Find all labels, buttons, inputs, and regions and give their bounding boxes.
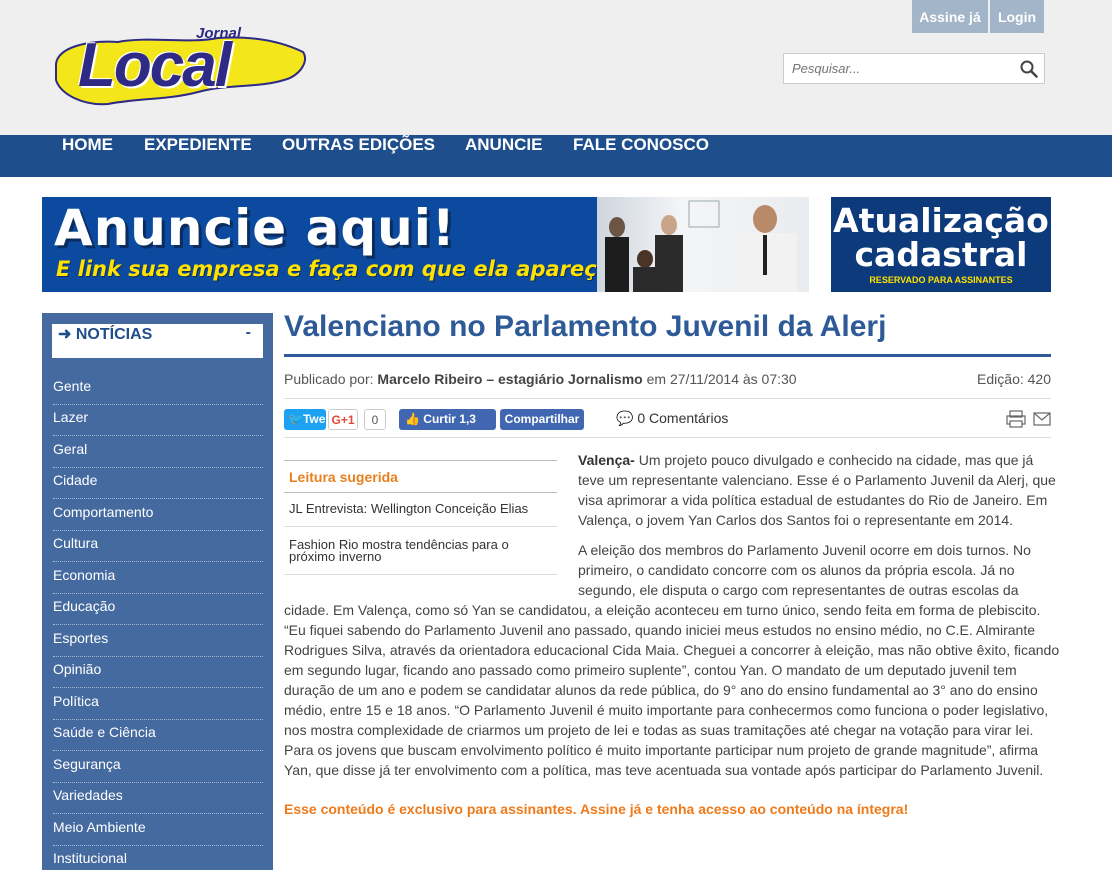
paragraph-1-line-2: teve um representante valenciano. Esse é… bbox=[578, 472, 1056, 488]
paragraph-2-line-3: segundo, ele disputa o cargo com represe… bbox=[578, 582, 1019, 598]
paragraph-1-line-1: Valença- Um projeto pouco divulgado e co… bbox=[578, 452, 1034, 468]
article-meta: Publicado por: Marcelo Ribeiro – estagiá… bbox=[284, 371, 797, 387]
suggested-bottom-rule bbox=[284, 574, 557, 575]
main-nav: HOME EXPEDIENTE OUTRAS EDIÇÕES ANUNCIE F… bbox=[0, 135, 1112, 177]
banner-photo bbox=[597, 197, 809, 292]
suggested-top-rule bbox=[284, 460, 557, 461]
sidebar-item-meio-ambiente[interactable]: Meio Ambiente bbox=[53, 815, 263, 846]
sidebar-item-comportamento[interactable]: Comportamento bbox=[53, 500, 263, 531]
paragraph-2-line-4: cidade. Em Valença, como só Yan se candi… bbox=[284, 602, 1041, 618]
facebook-share-button[interactable]: Compartilhar bbox=[500, 409, 584, 430]
speech-bubble-icon: 💬 bbox=[616, 410, 638, 426]
nav-expediente[interactable]: EXPEDIENTE bbox=[144, 135, 252, 177]
search-icon[interactable] bbox=[1020, 60, 1038, 78]
sidebar-item-institucional[interactable]: Institucional bbox=[53, 846, 263, 877]
paragraph-2-line-12: Yan, que disse já ter envolvimento com a… bbox=[284, 762, 1044, 778]
business-people-image bbox=[605, 200, 797, 292]
print-icon[interactable] bbox=[1006, 410, 1026, 428]
login-button[interactable]: Login bbox=[990, 0, 1044, 33]
paragraph-2-line-7: em segundo lugar, ficando ano passado co… bbox=[284, 662, 1017, 678]
nav-fale-conosco[interactable]: FALE CONOSCO bbox=[573, 135, 709, 177]
paragraph-2-line-10: nos mostra complexidade de criarmos um p… bbox=[284, 722, 1034, 738]
edition-info: Edição: 420 bbox=[977, 371, 1051, 387]
paragraph-1-line-4: Valença, o jovem Yan Carlos dos Santos f… bbox=[578, 512, 1014, 528]
article-title: Valenciano no Parlamento Juvenil da Aler… bbox=[284, 310, 887, 343]
edition-label: Edição: bbox=[977, 371, 1024, 387]
banner-headline: Anuncie aqui! bbox=[54, 199, 456, 257]
update-registration-ad[interactable]: Atualização cadastral RESERVADO PARA ASS… bbox=[831, 197, 1051, 292]
suggested-item-1[interactable]: JL Entrevista: Wellington Conceição Elia… bbox=[289, 502, 528, 515]
sidebar-item-lazer[interactable]: Lazer bbox=[53, 405, 263, 436]
nav-home[interactable]: HOME bbox=[62, 135, 113, 177]
twitter-icon: 🐦 bbox=[288, 412, 303, 426]
collapse-icon[interactable]: - bbox=[246, 324, 251, 342]
title-divider bbox=[284, 354, 1051, 357]
suggested-item-rule bbox=[284, 526, 557, 527]
sidebar-item-cultura[interactable]: Cultura bbox=[53, 531, 263, 562]
subscribe-cta[interactable]: Esse conteúdo é exclusivo para assinante… bbox=[284, 801, 908, 817]
logo-local-text: Local bbox=[78, 31, 232, 100]
sidebar-item-opiniao[interactable]: Opinião bbox=[53, 657, 263, 688]
ad-line-2: cadastral bbox=[854, 235, 1028, 274]
sidebar-item-saude[interactable]: Saúde e Ciência bbox=[53, 720, 263, 751]
facebook-like-button[interactable]: 👍 Curtir 1,3 mil bbox=[399, 409, 496, 447]
paragraph-2-line-5: “Eu fiquei sabendo do Parlamento Juvenil… bbox=[284, 622, 1036, 638]
gplus-button[interactable]: G+1 bbox=[328, 409, 358, 430]
banner-subline: E link sua empresa e faça com que ela ap… bbox=[56, 257, 619, 281]
article-date: em 27/11/2014 às 07:30 bbox=[646, 371, 797, 387]
paragraph-2-line-1: A eleição dos membros do Parlamento Juve… bbox=[578, 542, 1031, 558]
site-header: Jornal Local Assine já Login bbox=[0, 0, 1112, 135]
comments-link[interactable]: 💬 0 Comentários bbox=[616, 410, 728, 427]
site-logo[interactable]: Jornal Local bbox=[48, 22, 310, 106]
ad-line-3: RESERVADO PARA ASSINANTES bbox=[869, 275, 1013, 285]
published-by-label: Publicado por: bbox=[284, 371, 374, 387]
sidebar-item-gente[interactable]: Gente bbox=[53, 374, 263, 405]
search-input[interactable] bbox=[784, 54, 1012, 83]
arrow-right-icon: ➜ bbox=[58, 326, 76, 343]
sidebar-item-variedades[interactable]: Variedades bbox=[53, 783, 263, 814]
paragraph-2-line-11: Para os jovens que buscam envolvimento p… bbox=[284, 742, 1039, 758]
sidebar-item-seguranca[interactable]: Segurança bbox=[53, 752, 263, 783]
paragraph-1-line-3: visa aprimorar a vida política estadual … bbox=[578, 492, 1048, 508]
suggested-heading-rule bbox=[284, 492, 557, 493]
paragraph-2-line-2: primeiro, o candidato concorre com os al… bbox=[578, 562, 1015, 578]
sidebar-item-educacao[interactable]: Educação bbox=[53, 594, 263, 625]
sidebar: ➜ NOTÍCIAS - Gente Lazer Geral Cidade Co… bbox=[42, 313, 273, 870]
advertise-banner[interactable]: Anuncie aqui! E link sua empresa e faça … bbox=[42, 197, 809, 292]
search-box bbox=[783, 53, 1045, 84]
email-icon[interactable] bbox=[1033, 412, 1051, 426]
sidebar-item-politica[interactable]: Política bbox=[53, 689, 263, 720]
sidebar-heading[interactable]: ➜ NOTÍCIAS - bbox=[52, 324, 263, 358]
tweet-button[interactable]: 🐦Twe bbox=[284, 409, 326, 430]
gplus-count: 0 bbox=[364, 409, 386, 430]
suggested-item-2[interactable]: Fashion Rio mostra tendências para o pró… bbox=[289, 538, 509, 563]
sidebar-heading-label: ➜ NOTÍCIAS bbox=[58, 326, 153, 343]
edition-number: 420 bbox=[1027, 371, 1051, 387]
subscribe-button[interactable]: Assine já bbox=[912, 0, 988, 33]
sidebar-item-economia[interactable]: Economia bbox=[53, 563, 263, 594]
paragraph-2-line-9: médio, entre 15 e 18 anos. “O Parlamento… bbox=[284, 702, 1049, 718]
sidebar-item-cidade[interactable]: Cidade bbox=[53, 468, 263, 499]
article-author: Marcelo Ribeiro – estagiário Jornalismo bbox=[377, 371, 643, 387]
suggested-heading: Leitura sugerida bbox=[289, 469, 398, 485]
share-divider bbox=[284, 437, 1051, 438]
meta-divider bbox=[284, 398, 1051, 399]
sidebar-item-esportes[interactable]: Esportes bbox=[53, 626, 263, 657]
nav-anuncie[interactable]: ANUNCIE bbox=[465, 135, 542, 177]
thumbs-up-icon: 👍 bbox=[405, 412, 424, 426]
sidebar-item-geral[interactable]: Geral bbox=[53, 437, 263, 468]
paragraph-2-line-6: Rodrigues Silva, através da orientadora … bbox=[284, 642, 1060, 658]
paragraph-2-line-8: duração de um ano e podem se candidatar … bbox=[284, 682, 1038, 698]
nav-outras-edicoes[interactable]: OUTRAS EDIÇÕES bbox=[282, 135, 435, 177]
